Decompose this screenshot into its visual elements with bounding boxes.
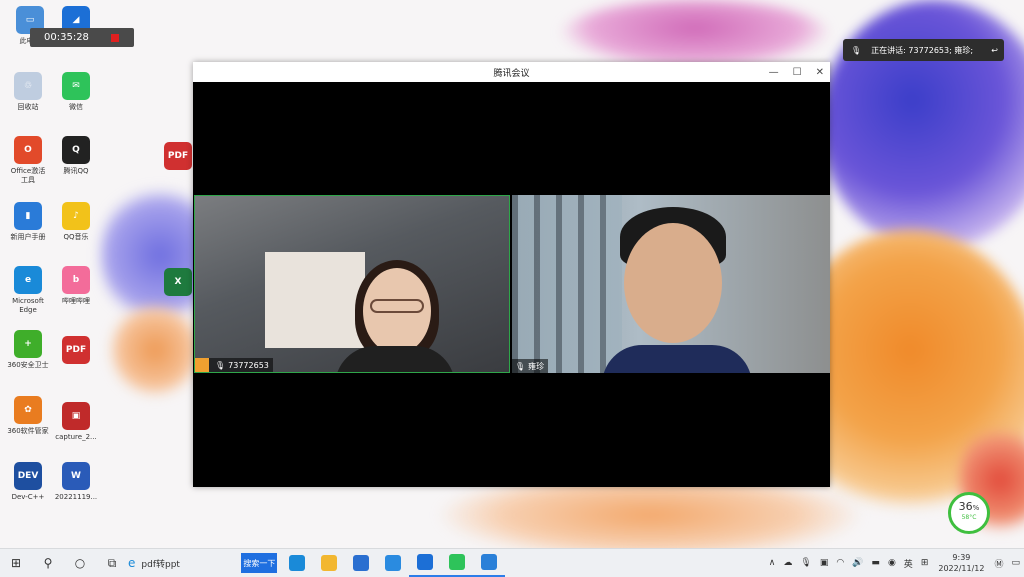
desktop-icon[interactable]: PDF: [48, 336, 104, 367]
desktop-icon-label: 腾讯QQ: [63, 167, 89, 175]
device-icon[interactable]: ▣: [820, 558, 829, 568]
taskbar-app-mail[interactable]: [345, 549, 377, 577]
desktop-icon[interactable]: Q 腾讯QQ: [48, 136, 104, 176]
taskbar-app-photos[interactable]: [473, 549, 506, 577]
circle-icon: ○: [74, 556, 86, 570]
video-tile-participant-1[interactable]: 🎙 73772653: [194, 195, 510, 373]
explorer-icon: [321, 555, 338, 571]
clock-time: 9:39: [952, 553, 971, 562]
maximize-button[interactable]: ☐: [793, 67, 802, 78]
recording-time: 00:35:28: [44, 32, 89, 43]
search-submit-button[interactable]: 搜索一下: [241, 553, 278, 573]
desktop-icon[interactable]: ✉ 微信: [48, 72, 104, 112]
clock-date: 2022/11/12: [938, 564, 985, 573]
antivirus-icon[interactable]: ◉: [888, 558, 896, 568]
recording-timer: 00:35:28: [30, 28, 134, 47]
cortana-button[interactable]: ○: [64, 549, 96, 577]
taskbar-app-tencent-meeting[interactable]: [409, 549, 442, 577]
wechat-icon: [449, 554, 466, 570]
battery-icon[interactable]: ▬: [871, 558, 880, 568]
app-icon: ✉: [62, 72, 90, 100]
speaking-indicator: 🎙 正在讲话: 73772653; 雍珍; ↩: [843, 39, 1004, 61]
microphone-icon: 🎙: [515, 361, 526, 371]
search-box[interactable]: e pdf转ppt: [128, 549, 201, 577]
desktop-icon-label: QQ音乐: [63, 233, 89, 241]
participant-name-tag: 🎙 雍珍: [512, 359, 549, 373]
desktop-icon-label: 哔哩哔哩: [62, 297, 90, 305]
search-icon: ⚲: [43, 556, 53, 570]
input-method-icon[interactable]: ⊞: [921, 558, 929, 568]
app-icon: PDF: [164, 142, 192, 170]
mail-icon: [353, 555, 370, 571]
app-icon: PDF: [62, 336, 90, 364]
battery-temperature: 58°C: [961, 514, 977, 521]
task-view-button[interactable]: ⧉: [96, 549, 128, 577]
app-icon: b: [62, 266, 90, 294]
wifi-icon[interactable]: ◠: [836, 558, 844, 568]
tencent-meeting-icon: [417, 554, 434, 570]
microphone-icon: 🎙: [215, 360, 226, 370]
app-icon: ♪: [62, 202, 90, 230]
desktop-icon-label: capture_2...: [55, 433, 97, 441]
system-tray: ∧ ☁ 🎙 ▣ ◠ 🔊 ▬ ◉ 英 ⊞ 9:39 2022/11/12 Ⓜ ▭: [765, 549, 1024, 577]
desktop-icon[interactable]: b 哔哩哔哩: [48, 266, 104, 306]
taskbar-app-wechat[interactable]: [441, 549, 474, 577]
task-view-icon: ⧉: [107, 555, 117, 570]
participant-name: 73772653: [228, 360, 269, 370]
app-icon: DEV: [14, 462, 42, 490]
desktop-icon-label: 20221119...: [54, 493, 98, 501]
app-icon: X: [164, 268, 192, 296]
minimize-button[interactable]: —: [769, 67, 779, 78]
desktop-icon-label: 微信: [69, 103, 83, 111]
close-button[interactable]: ✕: [816, 67, 824, 78]
app-icon: ▣: [62, 402, 90, 430]
edge-icon: e: [128, 556, 136, 570]
participant-name-tag: 🎙 73772653: [195, 358, 273, 372]
return-icon[interactable]: ↩: [991, 46, 998, 55]
app-icon: +: [14, 330, 42, 358]
app-icon: W: [62, 462, 90, 490]
window-title: 腾讯会议: [493, 68, 530, 79]
clock[interactable]: 9:39 2022/11/12: [938, 552, 984, 574]
start-button[interactable]: ⊞: [0, 549, 32, 577]
microphone-icon: 🎙: [851, 45, 862, 55]
app-icon: Q: [62, 136, 90, 164]
taskbar-app-explorer[interactable]: [313, 549, 345, 577]
taskbar-app-store[interactable]: [377, 549, 409, 577]
window-titlebar[interactable]: 腾讯会议 — ☐ ✕: [193, 62, 830, 82]
app-badge-icon[interactable]: Ⓜ: [994, 557, 1003, 570]
battery-percent-sign: %: [972, 504, 980, 512]
windows-icon: ⊞: [10, 556, 22, 570]
participant-name: 雍珍: [528, 361, 545, 371]
desktop-icon[interactable]: ♪ QQ音乐: [48, 202, 104, 242]
language-indicator[interactable]: 英: [904, 557, 913, 570]
app-icon: e: [14, 266, 42, 294]
video-tile-participant-2[interactable]: 🎙 雍珍: [512, 195, 830, 373]
desktop-icon[interactable]: W 20221119...: [48, 462, 104, 502]
volume-icon[interactable]: 🔊: [852, 558, 863, 568]
meeting-window: 腾讯会议 — ☐ ✕ 🎙 73772653 🎙 雍珍: [193, 62, 830, 487]
taskbar: ⊞ ⚲ ○ ⧉ e pdf转ppt 搜索一下 ∧ ☁ 🎙 ▣ ◠ 🔊 ▬ ◉ 英…: [0, 548, 1024, 577]
app-icon: ▮: [14, 202, 42, 230]
search-query: pdf转ppt: [141, 559, 180, 570]
search-button[interactable]: ⚲: [32, 549, 64, 577]
avatar-icon: [195, 358, 209, 372]
battery-widget[interactable]: 36% 58°C: [948, 492, 990, 534]
show-hidden-icons-button[interactable]: ∧: [769, 558, 776, 568]
cloud-icon[interactable]: ☁: [783, 558, 792, 568]
desktop-icon[interactable]: ▣ capture_2...: [48, 402, 104, 442]
app-icon: ✿: [14, 396, 42, 424]
photos-icon: [481, 554, 498, 570]
taskbar-app-edge[interactable]: [281, 549, 313, 577]
edge-icon: [289, 555, 306, 571]
store-icon: [385, 555, 402, 571]
speaking-text: 正在讲话: 73772653; 雍珍;: [871, 45, 974, 55]
battery-percent: 36: [958, 500, 973, 513]
stop-recording-button[interactable]: [110, 33, 119, 42]
app-icon: ♲: [14, 72, 42, 100]
microphone-icon[interactable]: 🎙: [800, 558, 811, 568]
app-icon: O: [14, 136, 42, 164]
notification-icon[interactable]: ▭: [1011, 558, 1020, 568]
